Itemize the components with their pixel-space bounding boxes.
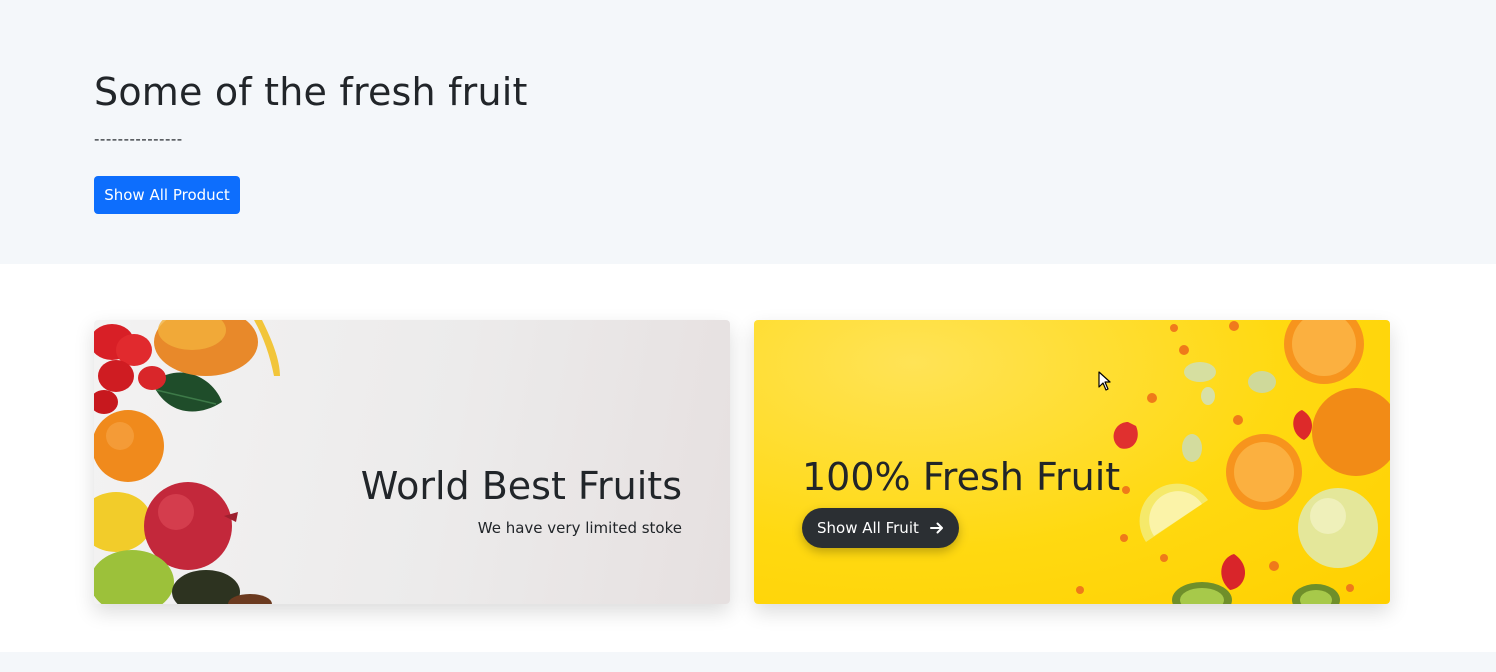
footer-strip [0,652,1496,672]
world-best-fruits-card: World Best Fruits We have very limited s… [94,320,730,604]
hero-section: Some of the fresh fruit --------------- … [0,0,1496,264]
arrow-right-icon [930,522,943,534]
show-all-product-button[interactable]: Show All Product [94,176,240,214]
card-subtitle: We have very limited stoke [477,519,682,537]
fresh-fruit-card: 100% Fresh Fruit Show All Fruit [754,320,1390,604]
card-title: 100% Fresh Fruit [802,455,1121,499]
promo-cards-section: World Best Fruits We have very limited s… [0,264,1496,652]
title-divider: --------------- [94,130,183,148]
fruit-image [94,320,280,604]
section-title: Some of the fresh fruit [94,70,528,114]
show-all-fruit-button[interactable]: Show All Fruit [802,508,959,548]
card-title: World Best Fruits [360,464,682,508]
button-label: Show All Fruit [817,519,919,537]
